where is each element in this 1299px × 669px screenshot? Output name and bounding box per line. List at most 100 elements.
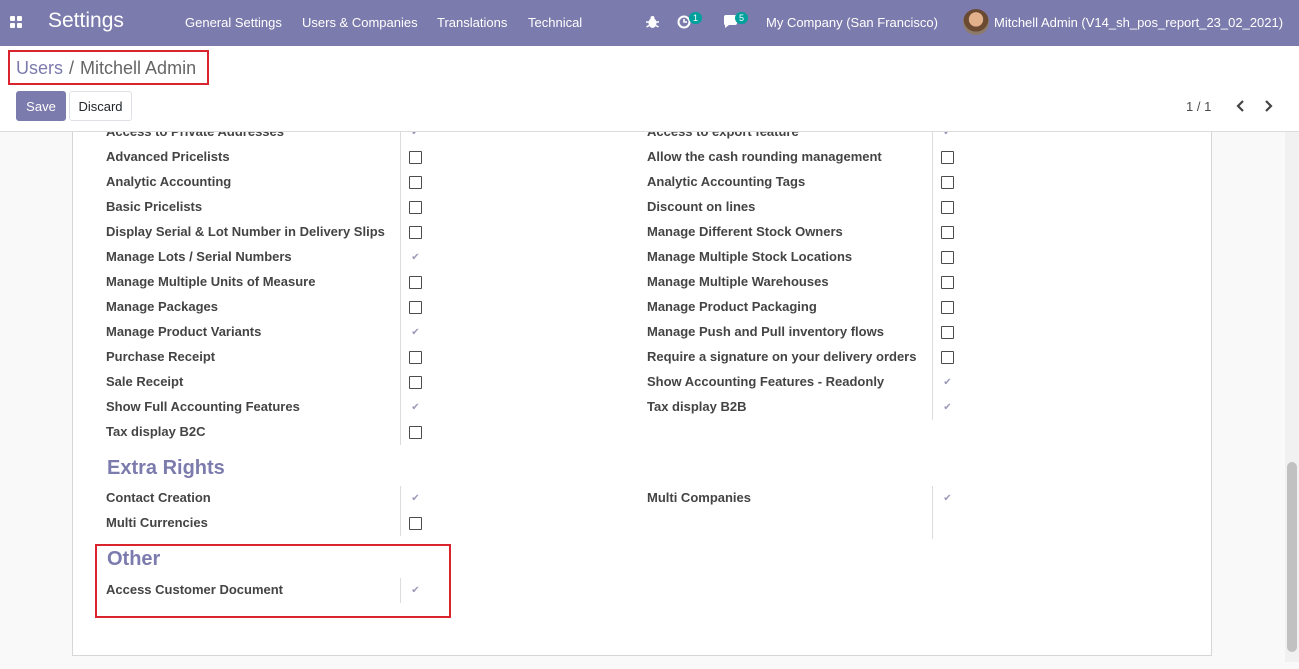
user-avatar[interactable] [963,9,989,35]
field-divider [932,395,933,420]
access-right-row-label-left: Purchase Receipt [106,349,216,364]
access-right-row-label-right: Show Accounting Features - Readonly [647,374,885,389]
field-divider [400,270,401,295]
chevron-right-icon[interactable] [1260,98,1276,114]
field-divider [400,486,401,511]
app-title: Settings [48,9,124,32]
menu-translations[interactable]: Translations [437,15,507,30]
access-right-row-checkbox-right[interactable] [941,226,954,239]
access-right-row-checkbox-right[interactable] [941,201,954,214]
section-title-other: Other [107,548,161,570]
field-divider [400,220,401,245]
field-divider [932,220,933,245]
access-right-row-checkbox-left[interactable] [409,226,422,239]
access-right-row-label-right: Access to export feature [647,132,799,139]
breadcrumb-users-link[interactable]: Users [16,58,63,78]
access-right-row-checkbox-right[interactable] [941,151,954,164]
menu-general-settings[interactable]: General Settings [185,15,282,30]
access-right-row-checkbox-right[interactable] [941,176,954,189]
access-right-row-checkbox-right[interactable] [941,351,954,364]
access-right-row-label-right: Manage Multiple Warehouses [647,274,829,289]
access-right-row-label-left: Basic Pricelists [106,199,203,214]
menu-technical[interactable]: Technical [528,15,582,30]
field-divider [932,270,933,295]
save-button[interactable]: Save [16,91,66,121]
access-right-row-checkbox-right[interactable]: ✔ [941,376,954,389]
field-divider [400,195,401,220]
scrollbar[interactable] [1285,132,1299,662]
access-right-row-checkbox-right[interactable]: ✔ [941,132,954,139]
access-right-row-checkbox-left[interactable] [409,351,422,364]
access-right-row-label-right: Allow the cash rounding management [647,149,882,164]
chevron-left-icon[interactable] [1233,98,1249,114]
access-right-row-checkbox-right[interactable] [941,251,954,264]
access-right-row-label-left: Manage Packages [106,299,219,314]
access-right-row-checkbox-right[interactable]: ✔ [941,401,954,414]
field-divider [400,578,401,603]
field-divider [932,320,933,345]
field-divider [932,145,933,170]
access-right-row-label-left: Analytic Accounting [106,174,232,189]
discard-button[interactable]: Discard [69,91,132,121]
extra-rights-row-label-right: Multi Companies [647,490,752,505]
access-right-row-label-right: Analytic Accounting Tags [647,174,806,189]
extra-rights-row-label-left: Contact Creation [106,490,211,505]
extra-rights-row-checkbox-right[interactable]: ✔ [941,492,954,505]
access-right-row-checkbox-left[interactable] [409,426,422,439]
extra-rights-row-checkbox-left[interactable] [409,517,422,530]
apps-menu-icon[interactable] [10,16,23,29]
company-switcher[interactable]: My Company (San Francisco) [766,15,938,30]
field-divider [400,395,401,420]
access-right-row-checkbox-left[interactable] [409,301,422,314]
access-right-row-checkbox-right[interactable] [941,301,954,314]
breadcrumb-current: Mitchell Admin [80,58,197,78]
field-divider [932,295,933,320]
extra-rights-row-checkbox-left[interactable]: ✔ [409,492,422,505]
field-divider [400,132,401,145]
field-divider [400,145,401,170]
field-divider [932,511,933,539]
field-divider [932,345,933,370]
access-right-row-label-left: Show Full Accounting Features [106,399,300,414]
user-menu[interactable]: Mitchell Admin (V14_sh_pos_report_23_02_… [994,15,1283,30]
control-panel: Users / Mitchell Admin Save Discard 1 / 1 [0,46,1299,132]
form-sheet: Access to Private Addresses ✔ Access to ex… [72,132,1212,656]
scrollbar-thumb[interactable] [1287,462,1297,652]
access-right-row-label-left: Advanced Pricelists [106,149,230,164]
pager-value[interactable]: 1 / 1 [1186,99,1211,114]
field-divider [400,295,401,320]
access-right-row-checkbox-left[interactable] [409,276,422,289]
field-divider [932,370,933,395]
access-right-row-checkbox-left[interactable]: ✔ [409,251,422,264]
access-right-row-label-right: Discount on lines [647,199,756,214]
access-right-row-label-left: Manage Multiple Units of Measure [106,274,316,289]
access-right-row-checkbox-left[interactable] [409,151,422,164]
access-right-row-checkbox-left[interactable] [409,201,422,214]
access-right-row-checkbox-left[interactable]: ✔ [409,401,422,414]
field-divider [932,486,933,511]
field-divider [932,245,933,270]
access-right-row-checkbox-right[interactable] [941,326,954,339]
field-divider [400,245,401,270]
access-right-row-checkbox-left[interactable]: ✔ [409,132,422,139]
section-title-extra-rights: Extra Rights [107,457,225,479]
access-right-row-checkbox-left[interactable]: ✔ [409,326,422,339]
field-divider [400,511,401,536]
access-right-row-label-right: Tax display B2B [647,399,747,414]
access-right-row-label-left: Manage Lots / Serial Numbers [106,249,292,264]
menu-users-companies[interactable]: Users & Companies [302,15,418,30]
access-right-row-checkbox-left[interactable] [409,376,422,389]
extra-rights-row-label-left: Multi Currencies [106,515,208,530]
access-right-row-label-right: Manage Different Stock Owners [647,224,843,239]
access-right-row-checkbox-left[interactable] [409,176,422,189]
field-divider [400,320,401,345]
field-divider [932,170,933,195]
access-right-row-label-left: Display Serial & Lot Number in Delivery … [106,224,385,239]
field-divider [932,132,933,145]
field-divider [932,195,933,220]
field-divider [400,420,401,445]
access-right-row-checkbox-right[interactable] [941,276,954,289]
top-navbar: Settings General Settings Users & Compan… [0,0,1299,46]
other-row-checkbox-left[interactable]: ✔ [409,584,422,597]
debug-bug-icon[interactable] [646,15,659,29]
